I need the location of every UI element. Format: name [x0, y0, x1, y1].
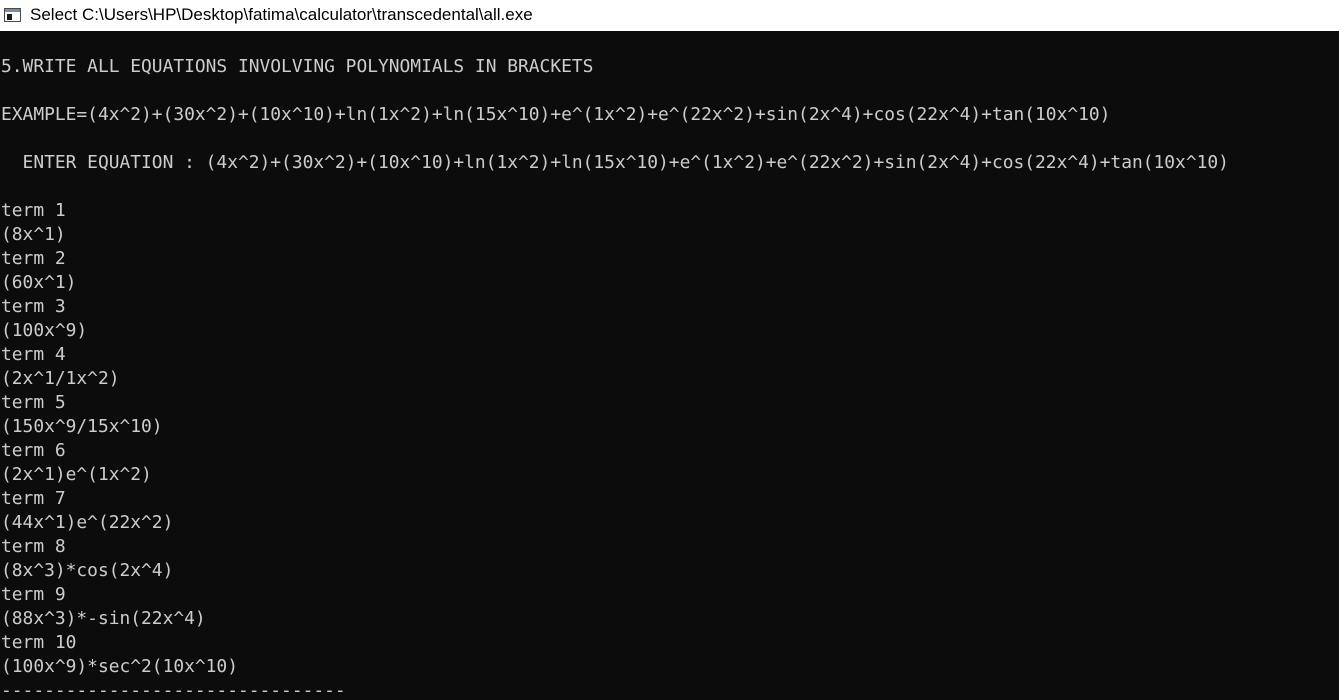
console-app-icon[interactable]	[4, 8, 21, 22]
term-derivative: (2x^1)e^(1x^2)	[1, 464, 152, 485]
equation-input-line: ENTER EQUATION : (4x^2)+(30x^2)+(10x^10)…	[1, 152, 1229, 173]
term-derivative: (88x^3)*-sin(22x^4)	[1, 608, 206, 629]
term-label: term 8	[1, 536, 66, 557]
term-derivative: (8x^1)	[1, 224, 66, 245]
term-derivative: (44x^1)e^(22x^2)	[1, 512, 174, 533]
term-label: term 9	[1, 584, 66, 605]
term-label: term 1	[1, 200, 66, 221]
term-derivative: (100x^9)*sec^2(10x^10)	[1, 656, 238, 677]
term-derivative: (100x^9)	[1, 320, 88, 341]
term-derivative: (8x^3)*cos(2x^4)	[1, 560, 174, 581]
term-derivative: (150x^9/15x^10)	[1, 416, 163, 437]
term-label: term 4	[1, 344, 66, 365]
term-derivative: (60x^1)	[1, 272, 77, 293]
term-label: term 10	[1, 632, 77, 653]
term-derivative: (2x^1/1x^2)	[1, 368, 120, 389]
term-label: term 3	[1, 296, 66, 317]
term-label: term 5	[1, 392, 66, 413]
console-output[interactable]: 5.WRITE ALL EQUATIONS INVOLVING POLYNOMI…	[0, 31, 1339, 700]
separator-line: --------------------------------	[1, 680, 346, 700]
title-bar[interactable]: Select C:\Users\HP\Desktop\fatima\calcul…	[0, 0, 1339, 31]
instruction-line: 5.WRITE ALL EQUATIONS INVOLVING POLYNOMI…	[1, 56, 594, 77]
term-label: term 2	[1, 248, 66, 269]
window-title: Select C:\Users\HP\Desktop\fatima\calcul…	[30, 5, 533, 24]
term-label: term 6	[1, 440, 66, 461]
example-line: EXAMPLE=(4x^2)+(30x^2)+(10x^10)+ln(1x^2)…	[1, 104, 1111, 125]
console-window: Select C:\Users\HP\Desktop\fatima\calcul…	[0, 0, 1339, 700]
term-label: term 7	[1, 488, 66, 509]
